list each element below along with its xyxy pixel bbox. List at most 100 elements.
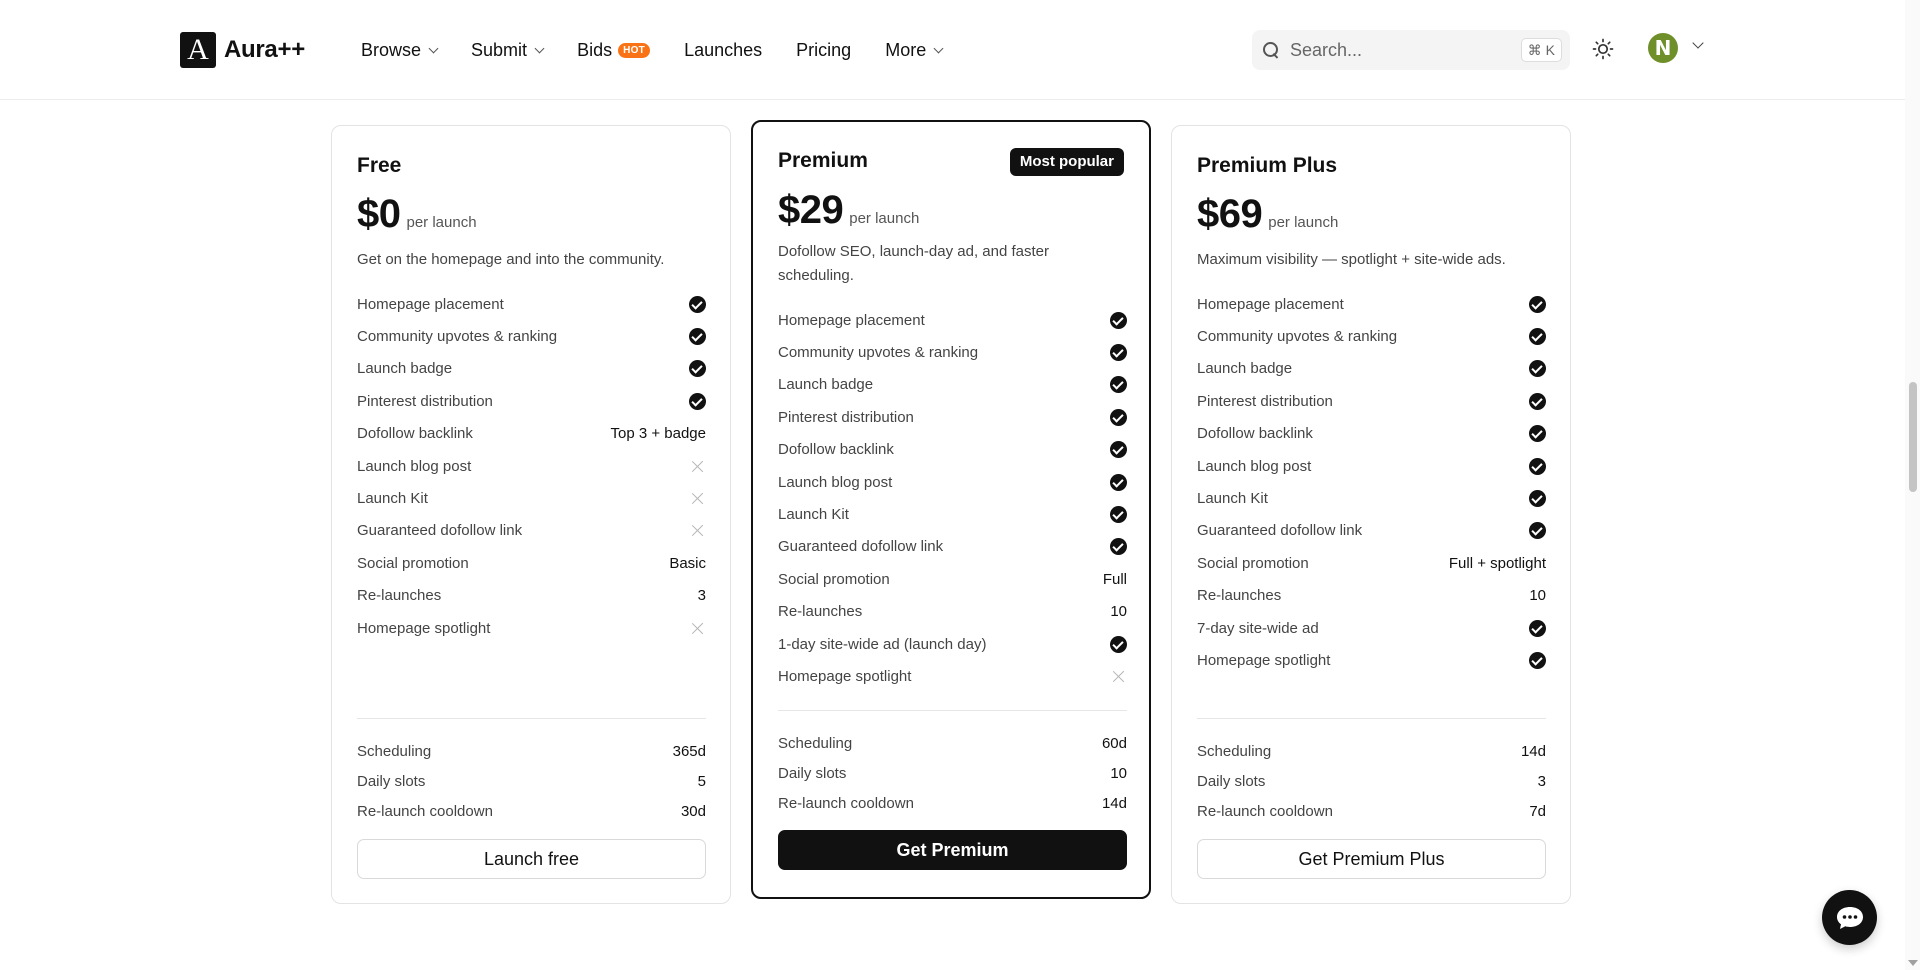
stat-row: Re-launch cooldown 14d <box>778 788 1127 818</box>
feature-row: Launch blog post <box>1197 450 1546 482</box>
check-circle-icon <box>1110 408 1127 426</box>
nav-submit[interactable]: Submit <box>471 36 545 64</box>
feature-label: Guaranteed dofollow link <box>778 538 944 556</box>
check-circle-icon <box>1529 619 1546 637</box>
search-icon <box>1262 41 1280 59</box>
feature-row: Guaranteed dofollow link <box>357 515 706 547</box>
feature-value: 10 <box>1110 603 1127 621</box>
plan-stats: Scheduling 365d Daily slots 5 Re-launch cool… <box>357 736 706 826</box>
feature-label: Launch Kit <box>357 490 428 508</box>
stat-row: Re-launch cooldown 30d <box>357 796 706 826</box>
feature-label: Re-launches <box>1197 587 1282 605</box>
feature-label: Community upvotes & ranking <box>357 328 558 346</box>
stat-label: Re-launch cooldown <box>357 802 493 820</box>
feature-row: Dofollow backlink <box>778 434 1127 466</box>
stat-value: 30d <box>680 802 706 820</box>
stat-label: Scheduling <box>778 734 853 752</box>
feature-label: Pinterest distribution <box>778 408 914 426</box>
feature-label: Community upvotes & ranking <box>1197 328 1398 346</box>
feature-row: Social promotion Full <box>778 563 1127 595</box>
stat-row: Daily slots 3 <box>1197 766 1546 796</box>
feature-row: Homepage spotlight <box>357 612 706 644</box>
chat-widget-button[interactable] <box>1822 890 1877 945</box>
brand-name: Aura++ <box>224 36 305 63</box>
check-circle-icon <box>1529 295 1546 313</box>
feature-label: Guaranteed dofollow link <box>357 522 523 540</box>
nav-pricing-label: Pricing <box>796 39 852 60</box>
stat-value: 14d <box>1520 742 1546 760</box>
stat-label: Scheduling <box>357 742 432 760</box>
nav-submit-label: Submit <box>471 39 528 60</box>
feature-row: Social promotion Basic <box>357 547 706 579</box>
check-circle-icon <box>1110 473 1127 491</box>
plan-card-premium: Premium Most popular $29 per launch Dofollow… <box>751 120 1151 899</box>
feature-label: Community upvotes & ranking <box>778 344 979 362</box>
feature-row: Launch Kit <box>778 498 1127 530</box>
page-scrollbar[interactable] <box>1905 0 1920 970</box>
nav-bids[interactable]: Bids HOT <box>577 36 651 64</box>
feature-label: Homepage spotlight <box>778 667 912 685</box>
nav-browse[interactable]: Browse <box>361 36 439 64</box>
stat-row: Re-launch cooldown 7d <box>1197 796 1546 826</box>
stat-label: Re-launch cooldown <box>778 794 914 812</box>
feature-row: Homepage placement <box>357 288 706 320</box>
stat-label: Daily slots <box>1197 772 1266 790</box>
chevron-down-icon <box>428 43 439 53</box>
search-input[interactable] <box>1290 39 1510 61</box>
check-circle-icon <box>1529 328 1546 346</box>
feature-row: Homepage spotlight <box>1197 644 1546 676</box>
nav-launches[interactable]: Launches <box>684 36 762 64</box>
user-avatar[interactable]: N <box>1648 33 1678 63</box>
cta-button-premium[interactable]: Get Premium <box>778 830 1127 870</box>
check-circle-icon <box>689 392 706 410</box>
feature-row: Homepage placement <box>778 304 1127 336</box>
x-icon <box>1112 670 1125 683</box>
feature-row: Launch Kit <box>1197 482 1546 514</box>
feature-row: 1-day site-wide ad (launch day) <box>778 628 1127 660</box>
plan-card-premium-plus: Premium Plus $69 per launch Maximum visibil… <box>1171 125 1571 904</box>
brand-logo[interactable]: A Aura++ <box>180 32 305 68</box>
plan-description: Dofollow SEO, launch-day ad, and faster … <box>778 243 1049 284</box>
feature-row: Community upvotes & ranking <box>357 320 706 352</box>
feature-row: Re-launches 10 <box>1197 580 1546 612</box>
check-circle-icon <box>1529 490 1546 508</box>
theme-toggle-button[interactable] <box>1590 36 1616 62</box>
stat-value: 7d <box>1529 802 1546 820</box>
plan-name: Premium Plus <box>1197 154 1338 177</box>
plan-stats: Scheduling 14d Daily slots 3 Re-launch coold… <box>1197 736 1546 826</box>
feature-row: Pinterest distribution <box>1197 385 1546 417</box>
check-circle-icon <box>1110 344 1127 362</box>
feature-label: Social promotion <box>1197 554 1309 572</box>
nav-more[interactable]: More <box>885 36 944 64</box>
cta-button-free[interactable]: Launch free <box>357 839 706 879</box>
feature-label: Social promotion <box>778 570 890 588</box>
feature-label: Launch blog post <box>778 473 893 491</box>
check-circle-icon <box>1110 635 1127 653</box>
feature-value: Top 3 + badge <box>610 425 706 443</box>
chat-bubble-icon <box>1836 906 1863 929</box>
stat-label: Scheduling <box>1197 742 1272 760</box>
stat-value: 365d <box>672 742 706 760</box>
feature-label: Social promotion <box>357 554 469 572</box>
feature-row: Launch blog post <box>778 466 1127 498</box>
x-icon <box>691 492 704 505</box>
sun-icon <box>1592 38 1614 60</box>
search-box[interactable]: ⌘ K <box>1252 30 1570 70</box>
feature-row: Launch Kit <box>357 482 706 514</box>
main-nav: Browse Submit Bids HOT Launches Pricing … <box>361 36 976 64</box>
scrollbar-thumb[interactable] <box>1909 382 1917 492</box>
stat-value: 10 <box>1110 764 1127 782</box>
search-shortcut: ⌘ K <box>1520 38 1562 62</box>
cta-button-premium-plus[interactable]: Get Premium Plus <box>1197 839 1546 879</box>
nav-launches-label: Launches <box>684 39 763 60</box>
nav-pricing[interactable]: Pricing <box>796 36 851 64</box>
x-icon <box>691 460 704 473</box>
scroll-down-arrow[interactable] <box>1908 960 1918 966</box>
feature-label: Pinterest distribution <box>1197 392 1333 410</box>
feature-value: Full + spotlight <box>1448 554 1546 572</box>
check-circle-icon <box>1529 392 1546 410</box>
price-period: per launch <box>1268 214 1339 231</box>
feature-row: Pinterest distribution <box>357 385 706 417</box>
feature-label: Launch blog post <box>1197 457 1312 475</box>
account-menu-toggle[interactable] <box>1691 37 1704 49</box>
